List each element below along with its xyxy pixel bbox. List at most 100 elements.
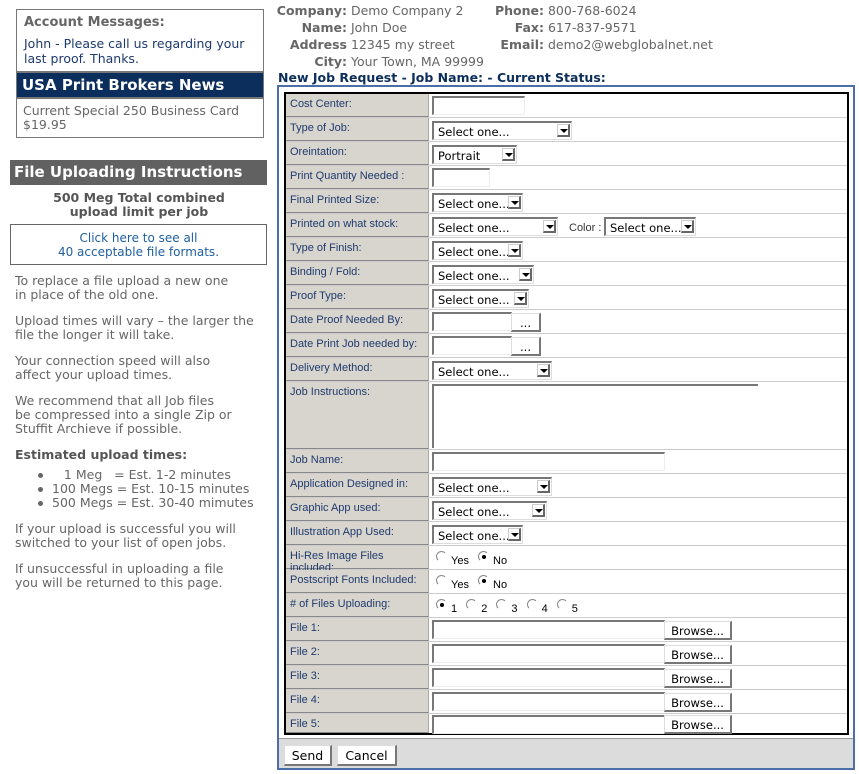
chevron-down-icon[interactable] [557,124,570,137]
acceptable-formats-link[interactable]: Click here to see all 40 acceptable file… [10,224,267,265]
file-3-input[interactable] [432,668,665,687]
binding-select[interactable]: Select one... [432,265,534,284]
cost-center-input[interactable] [432,96,525,115]
hires-no-label[interactable]: No [493,555,507,567]
chevron-down-icon[interactable] [502,148,515,161]
row-proof-type: Proof Type: Select one... [286,286,847,310]
label-binding: Binding / Fold: [286,262,429,285]
label-ps-fonts: Postscript Fonts Included: [286,570,429,593]
num-files-label[interactable]: 3 [511,603,517,615]
row-file-1: File 1: Browse... [286,618,847,642]
date-proof-input[interactable] [432,312,512,331]
illustration-app-select[interactable]: Select one... [432,525,523,544]
instruction-paragraph: Your connection speed will also affect yo… [15,353,211,382]
chevron-down-icon[interactable] [543,220,556,233]
account-message: John - Please call us regarding your las… [17,36,263,71]
orientation-select[interactable]: Portrait [432,145,517,164]
num-files-radio-group: 1 2 3 4 5 [436,599,584,615]
label-print-quantity: Print Quantity Needed : [286,166,429,189]
name-value: John Doe [350,20,408,35]
file-4-input[interactable] [432,692,665,711]
estimate-item: 1 Meg = Est. 1-2 minutes [38,468,268,482]
account-messages-panel: Account Messages: John - Please call us … [16,9,264,138]
ps-fonts-no-label[interactable]: No [493,579,507,591]
date-print-picker-button[interactable]: ... [511,337,541,356]
chevron-down-icon[interactable] [532,504,545,517]
graphic-app-select[interactable]: Select one... [432,501,547,520]
stock-select[interactable]: Select one... [432,217,558,236]
row-date-proof: Date Proof Needed By: ... [286,310,847,334]
num-files-label[interactable]: 2 [481,603,487,615]
file-3-browse-button[interactable]: Browse... [664,669,732,688]
estimates-list: 1 Meg = Est. 1-2 minutes 100 Megs = Est.… [38,468,268,510]
label-file-3: File 3: [286,666,429,689]
job-name-input[interactable] [432,452,665,471]
num-files-radio-1[interactable] [436,599,447,610]
ps-fonts-yes-radio[interactable] [436,575,447,586]
proof-type-select[interactable]: Select one... [432,289,529,308]
phone-value: 800-768-6024 [547,3,637,18]
formats-link-line[interactable]: Click here to see all [11,231,266,245]
num-files-radio-5[interactable] [556,599,568,610]
label-file-5: File 5: [286,714,429,733]
job-request-form: Cost Center: Type of Job: Select one... … [277,85,855,770]
ps-fonts-no-radio[interactable] [478,575,490,586]
file-5-input[interactable] [432,715,665,734]
file-5-browse-button[interactable]: Browse... [664,715,732,734]
ps-fonts-yes-label[interactable]: Yes [451,579,469,591]
label-app-designed: Application Designed in: [286,474,429,497]
chevron-down-icon[interactable] [508,528,521,541]
color-select[interactable]: Select one... [604,217,696,236]
final-size-select[interactable]: Select one... [432,193,523,212]
chevron-down-icon[interactable] [508,244,521,257]
row-final-size: Final Printed Size: Select one... [286,190,847,214]
estimates-heading: Estimated upload times: [15,447,188,462]
file-2-browse-button[interactable]: Browse... [664,645,732,664]
company-value: Demo Company 2 [350,3,464,18]
instruction-paragraph: If unsuccessful in uploading a file you w… [15,561,224,590]
row-finish: Type of Finish: Select one... [286,238,847,262]
chevron-down-icon[interactable] [537,364,550,377]
row-instructions: Job Instructions: [286,382,847,450]
num-files-label[interactable]: 1 [451,603,457,615]
num-files-radio-4[interactable] [526,599,538,610]
date-proof-picker-button[interactable]: ... [511,313,541,332]
file-4-browse-button[interactable]: Browse... [664,693,732,712]
num-files-radio-3[interactable] [496,599,508,610]
formats-link-line[interactable]: 40 acceptable file formats. [11,245,266,259]
file-1-input[interactable] [432,620,665,639]
company-label: Company: [276,3,347,18]
news-price: $19.95 [23,117,67,132]
chevron-down-icon[interactable] [681,220,694,233]
finish-select[interactable]: Select one... [432,241,523,260]
hires-no-radio[interactable] [478,551,490,562]
num-files-radio-2[interactable] [466,599,478,610]
chevron-down-icon[interactable] [508,196,521,209]
chevron-down-icon[interactable] [537,480,550,493]
delivery-select[interactable]: Select one... [432,361,552,380]
row-num-files: # of Files Uploading: 1 2 3 4 5 [286,594,847,618]
num-files-label[interactable]: 4 [542,603,548,615]
instruction-paragraph: Upload times will vary – the larger the f… [15,313,254,342]
date-print-input[interactable] [432,336,512,355]
file-2-input[interactable] [432,644,665,663]
hires-yes-label[interactable]: Yes [451,555,469,567]
label-hires: Hi-Res Image Files included: [286,546,429,574]
news-heading: USA Print Brokers News [17,71,263,99]
app-designed-select[interactable]: Select one... [432,477,552,496]
num-files-label[interactable]: 5 [572,603,578,615]
instructions-textarea[interactable] [432,384,758,448]
send-button[interactable]: Send [284,745,332,766]
type-of-job-select[interactable]: Select one... [432,121,572,140]
label-stock: Printed on what stock: [286,214,429,237]
print-quantity-input[interactable] [432,168,490,187]
cancel-button[interactable]: Cancel [337,745,397,766]
file-1-browse-button[interactable]: Browse... [664,621,732,640]
hires-yes-radio[interactable] [436,551,447,562]
row-orientation: Oreintation: Portrait [286,142,847,166]
address-label: Address [289,37,347,52]
chevron-down-icon[interactable] [514,292,527,305]
label-cost-center: Cost Center: [286,94,429,117]
chevron-down-icon[interactable] [519,268,532,281]
city-label: City: [314,54,347,69]
